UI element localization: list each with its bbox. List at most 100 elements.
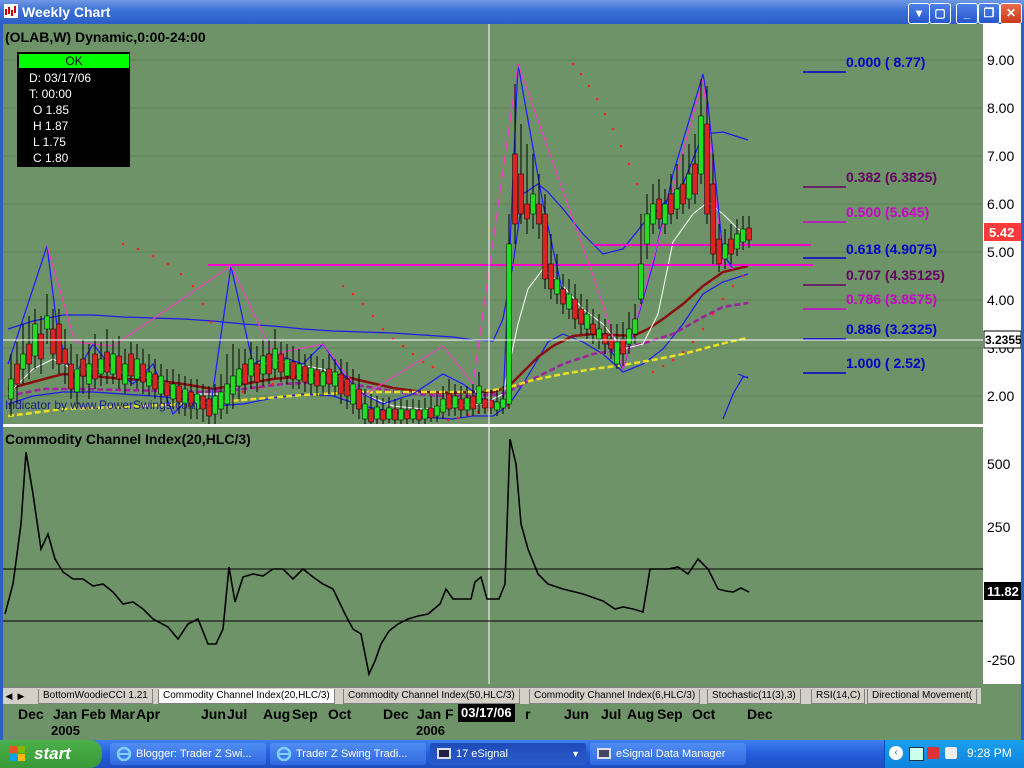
cursor-time: T: 00:00 <box>29 87 72 101</box>
tab-directional-movement[interactable]: Directional Movement( <box>867 689 978 704</box>
candle-body <box>512 153 518 225</box>
current-price-label: 5.42 <box>989 225 1014 240</box>
candle-body <box>554 278 560 295</box>
internet-explorer-icon <box>276 746 292 762</box>
candle-body <box>332 371 338 387</box>
candle-body <box>212 395 218 415</box>
clock[interactable]: 9:28 PM <box>967 746 1012 760</box>
candle-body <box>200 395 206 410</box>
candle-body <box>92 353 98 380</box>
system-tray: ‹ 9:28 PM <box>884 740 1024 768</box>
month-label: r <box>525 706 531 722</box>
taskbar-item-esignal[interactable]: 17 eSignal ▼ <box>430 743 586 765</box>
candle-body <box>614 341 620 365</box>
candle-body <box>74 368 80 393</box>
minimize-button[interactable]: _ <box>956 3 978 24</box>
price-chart[interactable]: 9.00 8.00 7.00 6.00 5.00 4.00 3.00 2.00 … <box>3 24 1021 684</box>
candle-body <box>662 203 668 225</box>
candle-body <box>284 358 290 377</box>
window-restore-small-button[interactable]: ▢ <box>929 3 951 24</box>
candle-body <box>140 363 146 383</box>
cursor-date: D: 03/17/06 <box>29 71 91 85</box>
candle-body <box>680 183 686 205</box>
candle-body <box>158 375 164 395</box>
candle-body <box>716 238 722 265</box>
network-icon[interactable] <box>909 747 924 761</box>
candle-body <box>62 348 68 365</box>
month-label: Aug <box>627 706 655 722</box>
price-label: 6.00 <box>987 196 1014 212</box>
tabs-scroll-right-icon[interactable]: ▶ <box>17 690 25 702</box>
candle-body <box>254 363 260 383</box>
tray-expand-icon[interactable]: ‹ <box>889 746 903 760</box>
taskbar-item-blogger[interactable]: Blogger: Trader Z Swi... <box>110 743 266 765</box>
candle-body <box>308 367 314 385</box>
month-label: Jul <box>227 706 248 722</box>
candle-body <box>230 375 236 395</box>
candle-body <box>710 183 716 255</box>
candle-body <box>356 388 362 410</box>
candle-body <box>116 355 122 380</box>
month-label: Dec <box>747 706 773 722</box>
candle-body <box>320 371 326 387</box>
candle-body <box>26 343 32 365</box>
candle-body <box>278 353 284 373</box>
indicator-credit[interactable]: Indicator by www.PowerSwings.com <box>5 398 198 412</box>
start-button[interactable]: start <box>0 740 102 768</box>
fib-label: 0.786 (3.8575) <box>846 291 937 307</box>
time-axis: Dec Jan Feb Mar Apr Jun Jul Aug Sep Oct … <box>3 704 1021 740</box>
candle-body <box>590 323 596 335</box>
month-label: F <box>445 706 454 722</box>
cursor-high: H 1.87 <box>33 119 69 133</box>
tabs-scroll-left-icon[interactable]: ◀ <box>5 690 13 702</box>
candle-body <box>290 361 296 380</box>
candle-body <box>458 398 464 411</box>
candle-body <box>368 408 374 423</box>
tab-stochastic[interactable]: Stochastic(11(3),3) <box>707 689 801 704</box>
candle-body <box>704 123 710 215</box>
maximize-button[interactable]: ❐ <box>978 3 1000 24</box>
security-icon[interactable] <box>927 747 939 759</box>
cursor-info-box: OK D: 03/17/06 T: 00:00 O 1.85 H 1.87 L … <box>17 52 130 167</box>
month-label: Aug <box>263 706 291 722</box>
candle-body <box>506 243 512 405</box>
candle-body <box>344 378 350 397</box>
candle-body <box>272 348 278 370</box>
volume-icon[interactable] <box>945 747 957 759</box>
crosshair-price-label: 3.2355 <box>985 333 1021 347</box>
group-arrow-icon: ▼ <box>571 749 580 759</box>
candle-body <box>620 338 626 355</box>
esignal-icon <box>437 748 451 759</box>
candle-body <box>602 333 608 345</box>
candle-body <box>410 408 416 420</box>
window-titlebar: Weekly Chart ▾ ▢ _ ❐ ✕ <box>0 0 1024 24</box>
candle-body <box>440 398 446 413</box>
price-label: 2.00 <box>987 388 1014 404</box>
candle-body <box>260 355 266 375</box>
month-label: Jan <box>417 706 442 722</box>
candle-body <box>500 398 506 409</box>
close-button[interactable]: ✕ <box>1000 3 1022 24</box>
candle-body <box>122 363 128 385</box>
candle-body <box>266 353 272 375</box>
candle-body <box>698 115 704 175</box>
taskbar-item-trader-z[interactable]: Trader Z Swing Tradi... <box>270 743 426 765</box>
taskbar-item-label: 17 eSignal <box>456 748 508 760</box>
dropdown-menu-button[interactable]: ▾ <box>908 3 930 24</box>
tab-cci-20[interactable]: Commodity Channel Index(20,HLC/3) <box>158 689 335 704</box>
pane-separator[interactable] <box>3 424 983 427</box>
candle-body <box>632 318 638 335</box>
tab-bottom-woodie-cci[interactable]: BottomWoodieCCI 1.21 <box>38 689 153 704</box>
month-label: Jun <box>201 706 226 722</box>
symbol-line: (OLAB,W) Dynamic,0:00-24:00 <box>5 29 206 45</box>
candle-body <box>296 363 302 381</box>
candle-body <box>104 351 110 373</box>
tab-cci-6[interactable]: Commodity Channel Index(6,HLC/3) <box>529 689 701 704</box>
taskbar-item-data-manager[interactable]: eSignal Data Manager <box>590 743 746 765</box>
candle-body <box>20 353 26 370</box>
candle-body <box>530 193 536 215</box>
tab-cci-50[interactable]: Commodity Channel Index(50,HLC/3) <box>343 689 520 704</box>
tab-rsi[interactable]: RSI(14,C) <box>811 689 866 704</box>
price-label: 4.00 <box>987 292 1014 308</box>
month-label: Oct <box>328 706 352 722</box>
